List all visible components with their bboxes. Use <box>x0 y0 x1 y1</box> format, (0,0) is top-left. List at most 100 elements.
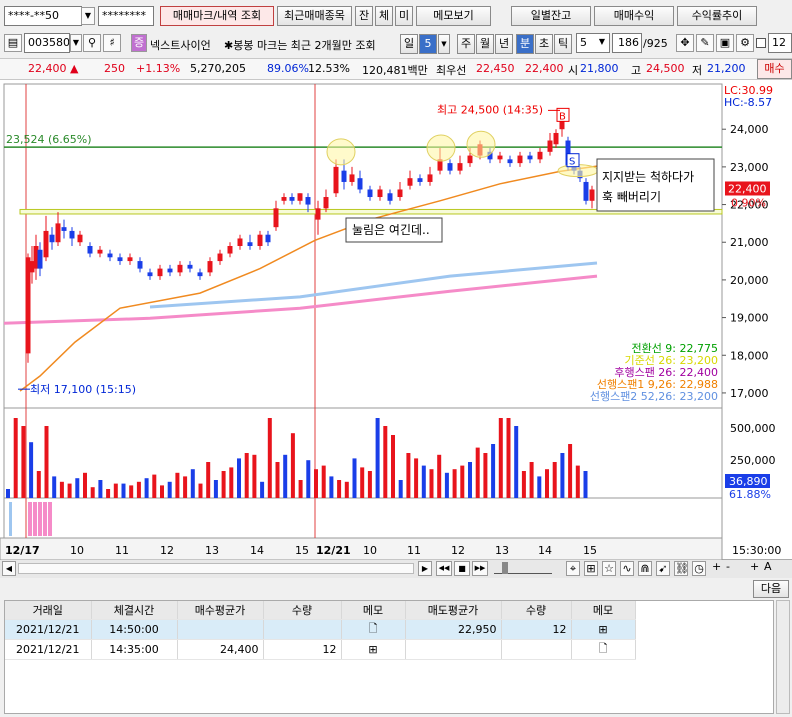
chart-type-icon[interactable]: ⊞ <box>584 561 598 576</box>
col-header[interactable]: 체결시간 <box>91 601 178 620</box>
volume-bar <box>175 472 180 498</box>
daily-balance-button[interactable]: 일별잔고 <box>511 6 591 26</box>
executed-button[interactable]: 체 <box>375 6 393 26</box>
col-header[interactable]: 메모 <box>341 601 406 620</box>
recent-stocks-button[interactable]: 최근매매종목 <box>277 6 352 26</box>
password-field[interactable]: ******** <box>98 6 154 26</box>
chart-scrollbar-track[interactable] <box>18 563 414 574</box>
memo-icon[interactable]: 🗋 <box>599 642 608 655</box>
tab-month[interactable]: 월 <box>476 34 494 54</box>
count-input[interactable]: 186 <box>612 33 642 53</box>
memo-view-button[interactable]: 메모보기 <box>416 6 491 26</box>
dropdown-arrow-icon[interactable]: ▼ <box>596 34 608 52</box>
tab-interval[interactable]: 5 <box>419 34 437 54</box>
buy-button[interactable]: 매수 <box>757 59 792 79</box>
col-header[interactable]: 메모 <box>571 601 636 620</box>
volume-bar <box>421 465 426 498</box>
scale-minus-icon[interactable]: - <box>726 560 730 573</box>
tab-minute[interactable]: 분 <box>516 34 534 54</box>
memo-cell[interactable]: ⊞ <box>571 619 636 640</box>
stop-icon[interactable]: ■ <box>454 561 470 576</box>
zoom-minus-icon[interactable]: A <box>764 560 772 573</box>
chart-area[interactable]: 24,000 23,000 22,000 21,000 20,000 19,000 18,0… <box>0 80 792 561</box>
memo-cell[interactable]: 🗋 <box>341 619 406 640</box>
gear-icon[interactable]: ⚙ <box>736 34 754 52</box>
fast-forward-icon[interactable]: ▶▶ <box>472 561 488 576</box>
col-header[interactable]: 매도평균가 <box>405 601 502 620</box>
memo-add-icon[interactable]: ⊞ <box>368 643 377 656</box>
candle-body <box>517 155 523 164</box>
buy-qty <box>263 619 342 640</box>
right-input[interactable]: 12 <box>768 33 792 53</box>
table-scrollbar[interactable] <box>776 600 790 714</box>
pointer-icon[interactable]: ➹ <box>656 561 670 576</box>
time-tick-label: 13 <box>205 544 219 557</box>
candle-body <box>107 253 113 258</box>
scale-plus-icon[interactable]: + <box>712 560 721 573</box>
candle-body <box>87 246 93 254</box>
magnet-icon[interactable]: ⋒ <box>638 561 652 576</box>
account-select[interactable]: ****-**50 <box>4 6 82 26</box>
star-icon[interactable]: ☆ <box>602 561 616 576</box>
crosshair-icon[interactable]: ⌖ <box>566 561 580 576</box>
return-trend-button[interactable]: 수익률추이 <box>677 6 757 26</box>
candle-body <box>227 246 233 254</box>
col-header[interactable]: 수량 <box>263 601 342 620</box>
tools-icon[interactable]: ✥ <box>676 34 694 52</box>
draw-icon[interactable]: ✎ <box>696 34 714 52</box>
next-button[interactable]: 다음 <box>753 580 789 598</box>
search-icon[interactable]: ⚲ <box>83 34 101 52</box>
zoom-plus-icon[interactable]: + <box>750 560 759 573</box>
trade-table: 거래일 체결시간 매수평균가 수량 메모 매도평균가 수량 메모 2021/12… <box>5 601 636 660</box>
scroll-left-icon[interactable]: ◀ <box>2 561 16 576</box>
zoom-slider-thumb[interactable] <box>502 562 508 574</box>
balance-button[interactable]: 잔 <box>355 6 373 26</box>
memo-cell[interactable]: ⊞ <box>341 639 406 660</box>
wave-icon[interactable]: ∿ <box>620 561 634 576</box>
trade-mark-query-button[interactable]: 매매마크/내역 조회 <box>160 6 274 26</box>
dropdown-arrow-icon[interactable]: ▼ <box>438 34 450 54</box>
col-header[interactable]: 거래일 <box>5 601 92 620</box>
speaker-icon[interactable]: ♯ <box>103 34 121 52</box>
memo-add-icon[interactable]: ⊞ <box>598 623 607 636</box>
zoom-slider[interactable] <box>494 562 552 574</box>
memo-icon[interactable]: 🗋 <box>369 622 378 635</box>
volume-bar <box>36 471 41 498</box>
rewind-icon[interactable]: ◀◀ <box>436 561 452 576</box>
tab-year[interactable]: 년 <box>495 34 513 54</box>
unfilled-button[interactable]: 미 <box>395 6 413 26</box>
save-icon[interactable]: ▣ <box>716 34 734 52</box>
volume-bar <box>298 480 303 498</box>
tab-second[interactable]: 초 <box>535 34 553 54</box>
tab-day[interactable]: 일 <box>400 34 418 54</box>
time-tick-label: 15 <box>295 544 309 557</box>
count-total: /925 <box>643 37 668 50</box>
volume-bar <box>13 418 18 498</box>
candle-body <box>137 261 143 269</box>
table-row[interactable]: 2021/12/21 14:50:00 🗋 22,950 12 ⊞ <box>5 619 636 640</box>
memo-cell[interactable]: 🗋 <box>571 639 636 660</box>
high-label: 고 <box>631 64 642 77</box>
candle-body <box>49 234 55 243</box>
current-price-value: 22,400 <box>28 62 67 75</box>
candle-body <box>447 163 453 171</box>
table-row[interactable]: 2021/12/21 14:35:00 24,400 12 ⊞ 🗋 <box>5 639 636 660</box>
dropdown-arrow-icon[interactable]: ▼ <box>70 34 82 52</box>
capture-icon[interactable]: ◷ <box>692 561 706 576</box>
settings-icon[interactable]: ▤ <box>4 34 22 52</box>
candle-body <box>467 155 473 164</box>
stock-code-input[interactable]: 003580 <box>24 33 70 53</box>
dropdown-arrow-icon[interactable]: ▼ <box>81 7 95 25</box>
volume-bar <box>483 453 488 498</box>
scroll-right-icon[interactable]: ▶ <box>418 561 432 576</box>
tab-tick[interactable]: 틱 <box>554 34 572 54</box>
col-header[interactable]: 수량 <box>501 601 572 620</box>
tab-week[interactable]: 주 <box>457 34 475 54</box>
volume-bar <box>398 480 403 498</box>
col-header[interactable]: 매수평균가 <box>177 601 264 620</box>
trade-profit-button[interactable]: 매매수익 <box>594 6 674 26</box>
link-icon[interactable]: ⛓ <box>674 561 689 576</box>
option-checkbox[interactable] <box>756 38 766 48</box>
candle-body <box>507 159 513 164</box>
candlestick-chart[interactable]: 24,00023,00022,00021,00020,00019,00018,0… <box>0 80 792 561</box>
